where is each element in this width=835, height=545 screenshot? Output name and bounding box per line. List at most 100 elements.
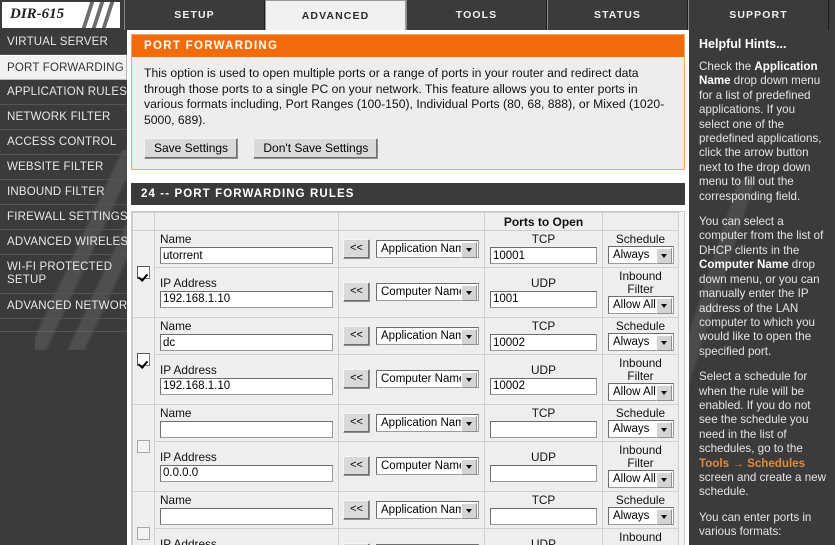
save-settings-button[interactable]: Save Settings xyxy=(144,138,239,159)
schedule-dropdown[interactable]: Always xyxy=(608,507,674,525)
label-name: Name xyxy=(160,232,192,246)
rule-app-select-cell: << Application Name xyxy=(338,404,485,442)
schedule-dropdown[interactable]: Always xyxy=(608,246,674,264)
inbound-filter-value: Allow All xyxy=(613,386,656,398)
rule-name-input[interactable] xyxy=(160,421,333,438)
computer-name-dropdown[interactable]: Computer Name xyxy=(376,283,479,301)
sidebar-item-website-filter[interactable]: WEBSITE FILTER xyxy=(0,155,127,180)
rule-inbound-filter-cell: Inbound Filter Allow All xyxy=(602,528,679,545)
label-schedule: Schedule xyxy=(615,406,666,420)
label-name: Name xyxy=(160,406,192,420)
hint-text: Select a schedule for when the rule will… xyxy=(699,370,811,456)
panel-description: This option is used to open multiple por… xyxy=(144,66,665,127)
rule-name-cell: Name xyxy=(154,317,339,355)
table-row: IP Address << Computer Name xyxy=(133,528,679,545)
schedule-dropdown[interactable]: Always xyxy=(608,420,674,438)
apply-application-name-button[interactable]: << xyxy=(343,238,370,259)
brand-logo: DIR-615 xyxy=(2,2,120,28)
table-row: Name << Application Name xyxy=(132,491,679,545)
computer-name-value: Computer Name xyxy=(381,286,466,298)
tab-advanced[interactable]: ADVANCED xyxy=(265,0,406,30)
rule-ip-input[interactable] xyxy=(160,464,333,482)
inbound-filter-value: Allow All xyxy=(613,299,656,311)
label-ip-address: IP Address xyxy=(160,449,217,464)
inbound-filter-dropdown[interactable]: Allow All xyxy=(608,383,674,401)
sidebar-item-access-control[interactable]: ACCESS CONTROL xyxy=(0,130,127,155)
apply-application-name-button[interactable]: << xyxy=(343,412,370,433)
rule-udp-input[interactable] xyxy=(490,377,597,395)
label-inbound-filter: Inbound Filter xyxy=(619,530,662,545)
sidebar-item-advanced-wireless[interactable]: ADVANCED WIRELESS xyxy=(0,230,127,255)
sidebar-item-advanced-network[interactable]: ADVANCED NETWORK xyxy=(0,294,127,319)
application-name-dropdown[interactable]: Application Name xyxy=(376,500,479,519)
label-tcp: TCP xyxy=(531,493,556,507)
page-title: PORT FORWARDING xyxy=(132,35,684,57)
rule-tcp-input[interactable] xyxy=(490,334,597,351)
dont-save-settings-button[interactable]: Don't Save Settings xyxy=(253,138,379,159)
rule-name-input[interactable] xyxy=(160,247,333,264)
sidebar-item-port-forwarding[interactable]: PORT FORWARDING xyxy=(0,55,127,80)
rule-ip-input[interactable] xyxy=(160,377,333,395)
rule-enable-checkbox[interactable] xyxy=(137,353,150,366)
sidebar-item-wifi-protected-setup[interactable]: WI-FI PROTECTED SETUP xyxy=(0,255,127,294)
computer-name-dropdown[interactable]: Computer Name xyxy=(376,457,479,475)
computer-name-dropdown[interactable]: Computer Name xyxy=(376,370,479,388)
label-udp: UDP xyxy=(531,275,556,290)
application-name-dropdown[interactable]: Application Name xyxy=(376,326,479,345)
rule-udp-cell: UDP xyxy=(484,528,603,545)
application-name-dropdown[interactable]: Application Name xyxy=(376,239,479,258)
apply-computer-name-button[interactable]: << xyxy=(343,369,370,389)
apply-computer-name-button[interactable]: << xyxy=(343,456,370,476)
application-name-dropdown[interactable]: Application Name xyxy=(376,413,479,432)
rule-schedule-cell: Schedule Always xyxy=(602,317,679,355)
sidebar-item-inbound-filter[interactable]: INBOUND FILTER xyxy=(0,180,127,205)
application-name-value: Application Name xyxy=(381,416,472,429)
sidebar-item-virtual-server[interactable]: VIRTUAL SERVER xyxy=(0,30,127,55)
main-tabs: SETUP ADVANCED TOOLS STATUS SUPPORT xyxy=(124,0,829,30)
tab-tools[interactable]: TOOLS xyxy=(406,0,547,30)
rule-enable-checkbox[interactable] xyxy=(137,527,150,540)
rule-enable-cell[interactable] xyxy=(132,404,155,492)
rule-ip-cell: IP Address xyxy=(154,354,339,405)
hint-paragraph-computer-name: You can select a computer from the list … xyxy=(699,215,826,359)
schedule-value: Always xyxy=(613,336,650,348)
rule-computer-select-cell: << Computer Name xyxy=(338,528,485,545)
rule-name-input[interactable] xyxy=(160,334,333,351)
apply-computer-name-button[interactable]: << xyxy=(343,282,370,302)
rule-ip-cell: IP Address xyxy=(154,267,339,318)
sidebar-item-application-rules[interactable]: APPLICATION RULES xyxy=(0,80,127,105)
inbound-filter-dropdown[interactable]: Allow All xyxy=(608,470,674,488)
apply-application-name-button[interactable]: << xyxy=(343,499,370,520)
rule-tcp-cell: TCP xyxy=(484,491,603,529)
application-name-value: Application Name xyxy=(381,242,472,255)
rule-udp-cell: UDP xyxy=(484,441,603,492)
tools-schedules-link[interactable]: Tools → Schedules xyxy=(699,457,805,470)
inbound-filter-dropdown[interactable]: Allow All xyxy=(608,296,674,314)
tab-support[interactable]: SUPPORT xyxy=(688,0,829,30)
chevron-down-icon xyxy=(656,509,672,525)
apply-application-name-button[interactable]: << xyxy=(343,325,370,346)
schedule-dropdown[interactable]: Always xyxy=(608,333,674,351)
sidebar-item-firewall-settings[interactable]: FIREWALL SETTINGS xyxy=(0,205,127,230)
rule-ip-input[interactable] xyxy=(160,290,333,308)
rule-enable-cell[interactable] xyxy=(132,317,155,405)
rule-udp-cell: UDP xyxy=(484,354,603,405)
table-row: IP Address << Computer Name xyxy=(133,441,679,492)
rule-name-input[interactable] xyxy=(160,508,333,525)
header-name-ip xyxy=(154,212,339,231)
rule-enable-checkbox[interactable] xyxy=(137,266,150,279)
rule-enable-cell[interactable] xyxy=(132,230,155,318)
rule-udp-input[interactable] xyxy=(490,464,597,482)
rule-enable-checkbox[interactable] xyxy=(137,440,150,453)
label-inbound-filter: Inbound Filter xyxy=(619,356,662,383)
tab-status[interactable]: STATUS xyxy=(547,0,688,30)
rule-tcp-input[interactable] xyxy=(490,421,597,438)
rule-enable-cell[interactable] xyxy=(132,491,155,545)
sidebar-item-network-filter[interactable]: NETWORK FILTER xyxy=(0,105,127,130)
tab-setup[interactable]: SETUP xyxy=(124,0,265,30)
rule-tcp-input[interactable] xyxy=(490,247,597,264)
rule-udp-input[interactable] xyxy=(490,290,597,308)
top-navigation-bar: DIR-615 SETUP ADVANCED TOOLS STATUS SUPP… xyxy=(0,0,835,30)
inbound-filter-value: Allow All xyxy=(613,473,656,485)
rule-tcp-input[interactable] xyxy=(490,508,597,525)
